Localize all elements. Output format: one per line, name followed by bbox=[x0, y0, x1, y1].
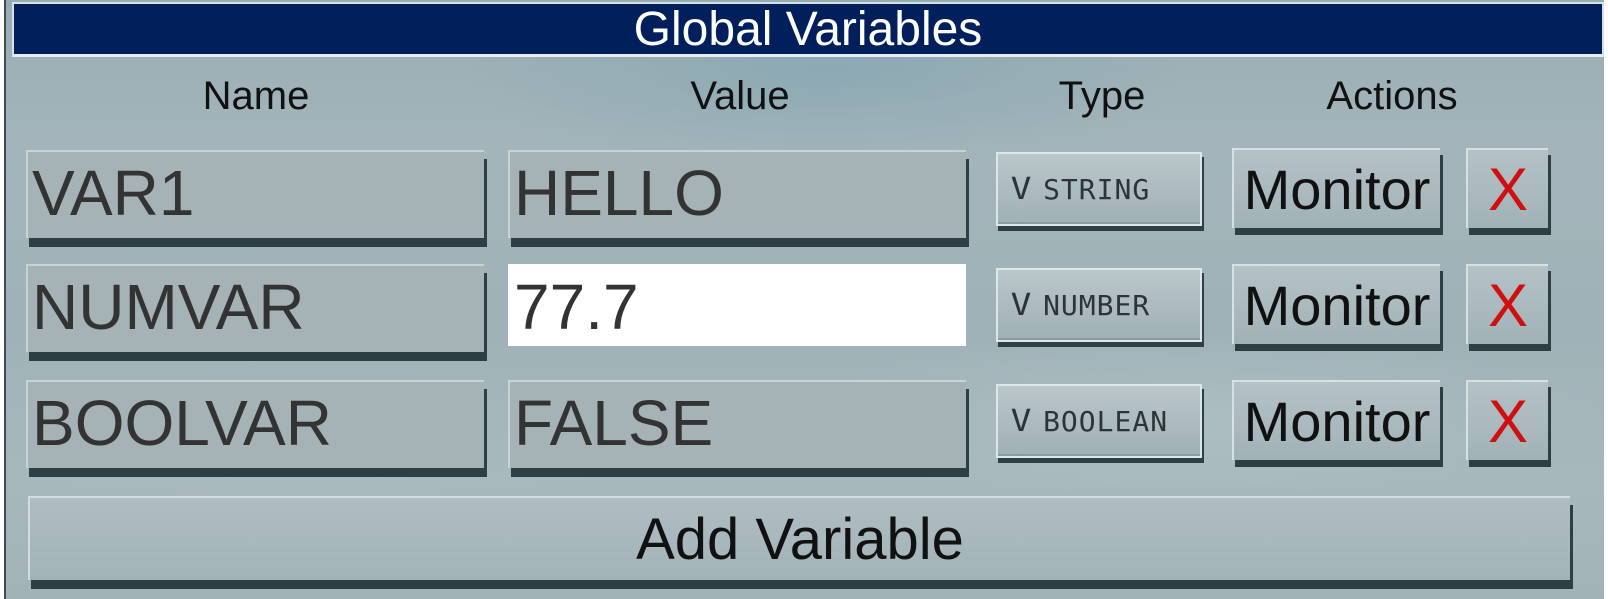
variable-name-field[interactable]: NUMVAR bbox=[26, 264, 484, 352]
type-dropdown[interactable]: V NUMBER bbox=[996, 268, 1202, 342]
column-header-name: Name bbox=[202, 74, 310, 118]
variable-name-field[interactable]: VAR1 bbox=[26, 150, 484, 238]
variable-value-field[interactable]: 77.7 bbox=[508, 264, 966, 346]
delete-variable-button[interactable]: X bbox=[1466, 148, 1548, 228]
chevron-down-icon: V bbox=[1010, 171, 1033, 207]
column-header-type: Type bbox=[1058, 74, 1146, 118]
monitor-button[interactable]: Monitor bbox=[1232, 148, 1440, 228]
chevron-down-icon: V bbox=[1010, 403, 1033, 439]
delete-variable-button[interactable]: X bbox=[1466, 264, 1548, 344]
type-dropdown-label: BOOLEAN bbox=[1043, 404, 1169, 438]
type-dropdown-label: STRING bbox=[1043, 172, 1151, 206]
variable-value-field[interactable]: FALSE bbox=[508, 380, 966, 468]
column-header-value: Value bbox=[690, 74, 790, 118]
variable-name-field[interactable]: BOOLVAR bbox=[26, 380, 484, 468]
global-variables-window: Global Variables Name Value Type Actions… bbox=[4, 0, 1604, 599]
type-dropdown[interactable]: V BOOLEAN bbox=[996, 384, 1202, 458]
monitor-button[interactable]: Monitor bbox=[1232, 264, 1440, 344]
type-dropdown-label: NUMBER bbox=[1043, 288, 1151, 322]
variable-value-field[interactable]: HELLO bbox=[508, 150, 966, 238]
chevron-down-icon: V bbox=[1010, 287, 1033, 323]
column-header-actions: Actions bbox=[1326, 74, 1458, 118]
type-dropdown[interactable]: V STRING bbox=[996, 152, 1202, 226]
delete-variable-button[interactable]: X bbox=[1466, 380, 1548, 460]
window-title: Global Variables bbox=[633, 3, 983, 56]
add-variable-button[interactable]: Add Variable bbox=[28, 496, 1570, 580]
monitor-button[interactable]: Monitor bbox=[1232, 380, 1440, 460]
title-bar: Global Variables bbox=[12, 2, 1604, 57]
